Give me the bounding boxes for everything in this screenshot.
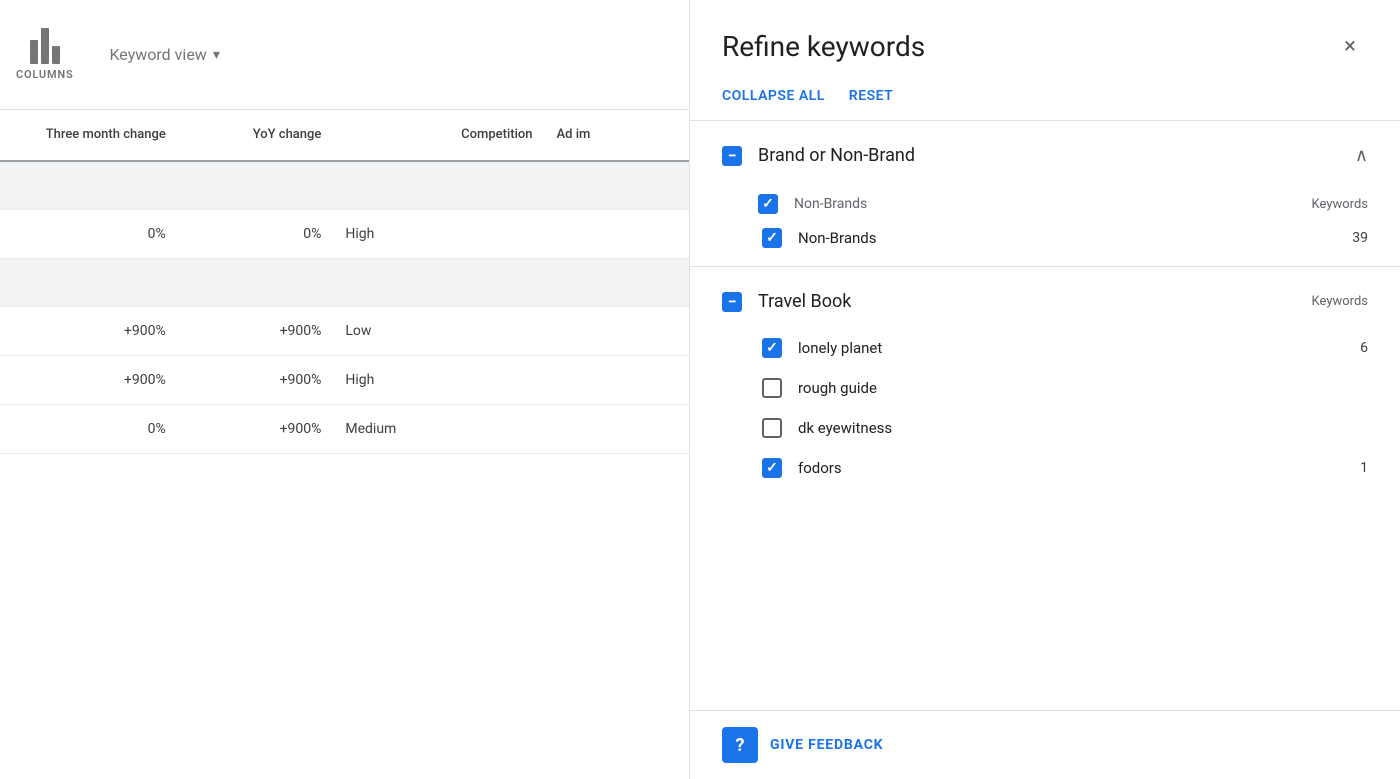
check-icon: ✓: [766, 231, 778, 245]
travel-book-header[interactable]: − Travel Book Keywords: [722, 275, 1368, 328]
columns-label: COLUMNS: [16, 68, 73, 81]
refine-content: − Brand or Non-Brand ∧ ✓ Non-Brands Keyw…: [690, 121, 1400, 710]
non-brands-label: Non-Brands: [798, 229, 1322, 247]
table-row[interactable]: +900% +900% Low: [0, 306, 689, 355]
brand-non-brand-title: Brand or Non-Brand: [758, 145, 1339, 166]
cell-three-month-4: 0%: [0, 404, 178, 453]
give-feedback-button[interactable]: GIVE FEEDBACK: [770, 737, 883, 753]
lonely-planet-count: 6: [1338, 340, 1368, 356]
header-ad-impression: Ad im: [545, 110, 689, 161]
travel-book-section: − Travel Book Keywords ✓ lonely planet 6…: [690, 275, 1400, 488]
table-header-row: Three month change YoY change Competitio…: [0, 110, 689, 161]
minus-icon: −: [728, 148, 737, 164]
dk-eyewitness-checkbox[interactable]: [762, 418, 782, 438]
fodors-label: fodors: [798, 459, 1322, 477]
rough-guide-item[interactable]: rough guide: [722, 368, 1368, 408]
fodors-checkbox[interactable]: ✓: [762, 458, 782, 478]
reset-button[interactable]: RESET: [849, 88, 893, 104]
cell-three-month-2: +900%: [0, 306, 178, 355]
check-icon: ✓: [766, 341, 778, 355]
fodors-item[interactable]: ✓ fodors 1: [722, 448, 1368, 488]
brand-non-brand-section: − Brand or Non-Brand ∧ ✓ Non-Brands Keyw…: [690, 129, 1400, 258]
table-group-row-1: [0, 161, 689, 209]
travel-book-keywords-label: Keywords: [1308, 294, 1368, 309]
header-three-month: Three month change: [0, 110, 178, 161]
travel-book-checkbox[interactable]: −: [722, 292, 742, 312]
toolbar: COLUMNS Keyword view ▾: [0, 0, 689, 110]
keyword-view-label: Keyword view: [109, 45, 206, 64]
cell-competition-2: Low: [333, 306, 544, 355]
group-cell-2: [0, 258, 689, 306]
col-bar-1: [30, 40, 38, 64]
chevron-up-icon: ∧: [1355, 145, 1368, 166]
cell-yoy-1: 0%: [178, 209, 334, 258]
col-bar-3: [52, 46, 60, 64]
close-button[interactable]: ×: [1332, 28, 1368, 64]
columns-icon: [30, 28, 60, 64]
non-brands-checkbox[interactable]: ✓: [762, 228, 782, 248]
rough-guide-checkbox[interactable]: [762, 378, 782, 398]
brand-non-brand-checkbox[interactable]: −: [722, 146, 742, 166]
cell-competition-3: High: [333, 355, 544, 404]
brand-non-brand-header[interactable]: − Brand or Non-Brand ∧: [722, 129, 1368, 182]
table-row[interactable]: +900% +900% High: [0, 355, 689, 404]
check-icon: ✓: [762, 197, 774, 211]
rough-guide-label: rough guide: [798, 379, 1322, 397]
cell-three-month-1: 0%: [0, 209, 178, 258]
lonely-planet-item[interactable]: ✓ lonely planet 6: [722, 328, 1368, 368]
cell-yoy-2: +900%: [178, 306, 334, 355]
dk-eyewitness-label: dk eyewitness: [798, 419, 1322, 437]
table-container: Three month change YoY change Competitio…: [0, 110, 689, 779]
table-row[interactable]: 0% +900% Medium: [0, 404, 689, 453]
feedback-icon: ?: [722, 727, 758, 763]
group-cell-1: [0, 161, 689, 209]
data-table: Three month change YoY change Competitio…: [0, 110, 689, 454]
refine-title: Refine keywords: [722, 30, 925, 63]
non-brands-count: 39: [1338, 230, 1368, 246]
refine-keywords-panel: Refine keywords × COLLAPSE ALL RESET − B…: [690, 0, 1400, 779]
lonely-planet-label: lonely planet: [798, 339, 1322, 357]
cell-adim-4: [545, 404, 689, 453]
non-brands-group-header: ✓ Non-Brands Keywords: [722, 182, 1368, 218]
cell-competition-4: Medium: [333, 404, 544, 453]
non-brands-item[interactable]: ✓ Non-Brands 39: [722, 218, 1368, 258]
feedback-footer[interactable]: ? GIVE FEEDBACK: [690, 710, 1400, 779]
cell-yoy-3: +900%: [178, 355, 334, 404]
fodors-count: 1: [1338, 460, 1368, 476]
table-row[interactable]: 0% 0% High: [0, 209, 689, 258]
lonely-planet-checkbox[interactable]: ✓: [762, 338, 782, 358]
header-competition: Competition: [333, 110, 544, 161]
non-brands-group-label: Non-Brands: [794, 196, 1292, 212]
cell-three-month-3: +900%: [0, 355, 178, 404]
refine-header: Refine keywords ×: [690, 0, 1400, 80]
keyword-view-button[interactable]: Keyword view ▾: [97, 37, 231, 72]
action-bar: COLLAPSE ALL RESET: [690, 80, 1400, 121]
dk-eyewitness-item[interactable]: dk eyewitness: [722, 408, 1368, 448]
minus-icon: −: [728, 294, 737, 310]
col-bar-2: [41, 28, 49, 64]
cell-adim-1: [545, 209, 689, 258]
feedback-icon-label: ?: [736, 735, 745, 756]
cell-yoy-4: +900%: [178, 404, 334, 453]
check-icon: ✓: [766, 461, 778, 475]
cell-adim-2: [545, 306, 689, 355]
collapse-all-button[interactable]: COLLAPSE ALL: [722, 88, 825, 104]
header-yoy: YoY change: [178, 110, 334, 161]
cell-adim-3: [545, 355, 689, 404]
non-brands-keywords-label: Keywords: [1308, 197, 1368, 212]
columns-button[interactable]: COLUMNS: [16, 28, 73, 81]
section-divider-1: [690, 266, 1400, 267]
travel-book-title: Travel Book: [758, 291, 1292, 312]
table-group-row-2: [0, 258, 689, 306]
non-brands-group-checkbox[interactable]: ✓: [758, 194, 778, 214]
dropdown-arrow-icon: ▾: [213, 47, 220, 63]
close-icon: ×: [1344, 34, 1356, 59]
cell-competition-1: High: [333, 209, 544, 258]
left-panel: COLUMNS Keyword view ▾ Three month chang…: [0, 0, 690, 779]
